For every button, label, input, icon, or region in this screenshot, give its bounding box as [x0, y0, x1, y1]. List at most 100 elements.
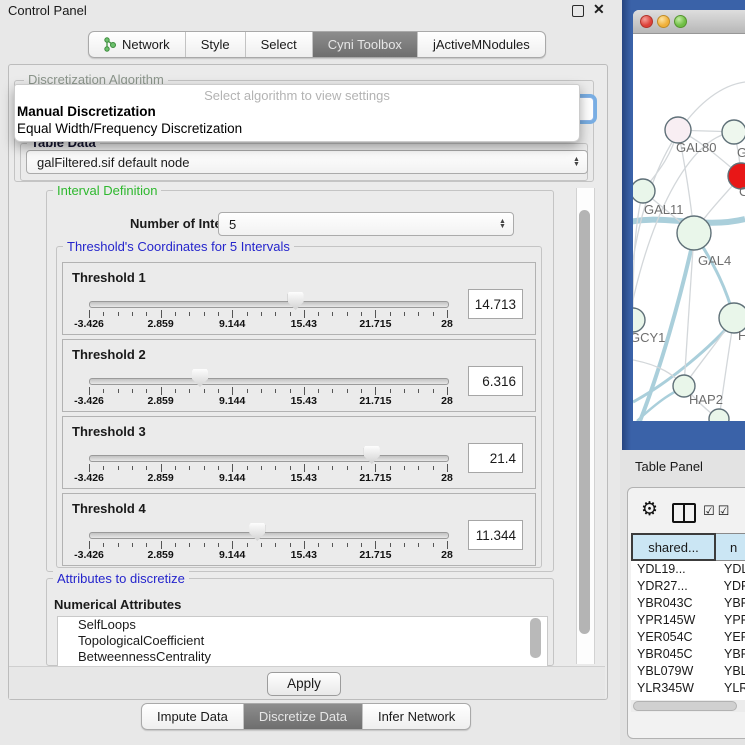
threshold-slider-track[interactable] [89, 532, 449, 539]
column-header-shared[interactable]: shared... [631, 533, 716, 561]
threshold-slider-track[interactable] [89, 455, 449, 462]
column-header-name[interactable]: n [716, 533, 745, 561]
cell-shared-name[interactable]: YBR043C [631, 595, 716, 612]
table-data-combobox[interactable]: galFiltered.sif default node ▲▼ [26, 150, 588, 174]
tick-mark [132, 466, 133, 470]
attribute-list-item[interactable]: TopologicalCoefficient [58, 633, 547, 649]
tick-mark [218, 389, 219, 393]
cell-name[interactable]: YLR3 [716, 680, 745, 697]
table-row[interactable]: YDL19...YDL1 [631, 561, 745, 578]
tick-mark [447, 541, 448, 549]
cell-name[interactable]: YDR2 [716, 578, 745, 595]
attributes-list-scrollbar[interactable] [530, 618, 541, 658]
number-of-intervals-combobox[interactable]: 5 ▲▼ [218, 212, 514, 236]
cell-shared-name[interactable]: YPR145W [631, 612, 716, 629]
cell-shared-name[interactable]: YBR045C [631, 646, 716, 663]
dropdown-item-equal-width[interactable]: Equal Width/Frequency Discretization [17, 121, 242, 136]
tab-infer-network[interactable]: Infer Network [363, 704, 470, 729]
cell-shared-name[interactable]: YER054C [631, 629, 716, 646]
tick-mark [247, 312, 248, 316]
table-row[interactable]: YBL079WYBL0 [631, 663, 745, 680]
split-table-icon[interactable] [672, 503, 696, 523]
cell-shared-name[interactable]: YDR27... [631, 578, 716, 595]
tick-mark [261, 389, 262, 393]
tick-mark [204, 466, 205, 470]
tick-mark [103, 389, 104, 393]
tick-mark [347, 466, 348, 470]
tick-mark [404, 543, 405, 547]
node-gal11[interactable] [633, 179, 655, 203]
tab-impute-data[interactable]: Impute Data [142, 704, 244, 729]
node-gal4[interactable] [677, 216, 711, 250]
apply-button[interactable]: Apply [267, 672, 341, 696]
cell-name[interactable]: YBL0 [716, 663, 745, 680]
cell-name[interactable]: YBR0 [716, 646, 745, 663]
table-hscrollbar-track[interactable] [631, 700, 745, 712]
cell-name[interactable]: YDL1 [716, 561, 745, 578]
network-canvas[interactable]: GAL80GAGAL11CGAL4GCY1HHAP2 [633, 33, 745, 421]
tab-style[interactable]: Style [186, 32, 246, 57]
tab-jactivemnodules[interactable]: jActiveMNodules [418, 32, 545, 57]
table-row[interactable]: YBR045CYBR0 [631, 646, 745, 663]
tick-mark [447, 387, 448, 395]
close-traffic-light[interactable] [640, 15, 653, 28]
tick-label: 2.859 [147, 472, 173, 484]
tab-select[interactable]: Select [246, 32, 313, 57]
node-gcy1[interactable] [633, 308, 645, 332]
panel-scrollbar-thumb[interactable] [579, 210, 590, 634]
tab-network[interactable]: Network [89, 32, 186, 57]
tick-mark [103, 466, 104, 470]
dropdown-prompt: Select algorithm to view settings [15, 88, 579, 103]
cell-name[interactable]: YBR0 [716, 595, 745, 612]
threshold-value-field[interactable]: 14.713 [468, 289, 523, 319]
cell-name[interactable]: YPR1 [716, 612, 745, 629]
tick-label: 2.859 [147, 549, 173, 561]
bottom-tab-bar: Impute Data Discretize Data Infer Networ… [141, 703, 471, 730]
table-row[interactable]: YER054CYER0 [631, 629, 745, 646]
attribute-list-item[interactable]: SelfLoops [58, 617, 547, 633]
zoom-traffic-light[interactable] [674, 15, 687, 28]
tick-mark [204, 312, 205, 316]
table-row[interactable]: YLR345WYLR3 [631, 680, 745, 697]
threshold-slider-track[interactable] [89, 301, 449, 308]
tick-label: -3.426 [74, 318, 104, 330]
float-window-icon[interactable] [572, 5, 584, 17]
tick-mark [447, 310, 448, 318]
close-icon[interactable]: ✕ [593, 1, 605, 18]
threshold-value-field[interactable]: 11.344 [468, 520, 523, 550]
dropdown-item-manual[interactable]: Manual Discretization [17, 104, 156, 119]
checkbox-icons[interactable]: ☑☑ [703, 504, 732, 519]
attribute-list-item[interactable]: BetweennessCentrality [58, 649, 547, 665]
tick-label: 28 [441, 395, 453, 407]
table-row[interactable]: YBR043CYBR0 [631, 595, 745, 612]
tick-mark [118, 543, 119, 547]
table-hscrollbar-thumb[interactable] [633, 701, 737, 711]
tab-cyni-toolbox-label: Cyni Toolbox [328, 37, 402, 52]
cell-shared-name[interactable]: YDL19... [631, 561, 716, 578]
tick-label: 9.144 [219, 549, 245, 561]
threshold-value-field[interactable]: 21.4 [468, 443, 523, 473]
tick-mark [175, 312, 176, 316]
tick-mark [347, 312, 348, 316]
threshold-value-field[interactable]: 6.316 [468, 366, 523, 396]
minimize-traffic-light[interactable] [657, 15, 670, 28]
network-window-titlebar[interactable] [633, 10, 745, 34]
node-bottom[interactable] [709, 409, 729, 421]
table-row[interactable]: YPR145WYPR1 [631, 612, 745, 629]
tick-mark [247, 543, 248, 547]
gear-icon[interactable]: ⚙ [641, 498, 658, 520]
table-row[interactable]: YDR27...YDR2 [631, 578, 745, 595]
cell-shared-name[interactable]: YLR345W [631, 680, 716, 697]
cell-name[interactable]: YER0 [716, 629, 745, 646]
tab-discretize-data[interactable]: Discretize Data [244, 704, 363, 729]
tick-label: 15.43 [291, 472, 317, 484]
threshold-slider-track[interactable] [89, 378, 449, 385]
tick-label: 15.43 [291, 318, 317, 330]
cell-shared-name[interactable]: YBL079W [631, 663, 716, 680]
tab-cyni-toolbox[interactable]: Cyni Toolbox [313, 32, 418, 57]
tick-mark [304, 387, 305, 395]
tick-mark [290, 543, 291, 547]
numerical-attributes-list[interactable]: SelfLoopsTopologicalCoefficientBetweenne… [57, 616, 548, 667]
node-top-right[interactable] [722, 120, 745, 144]
tick-mark [418, 389, 419, 393]
